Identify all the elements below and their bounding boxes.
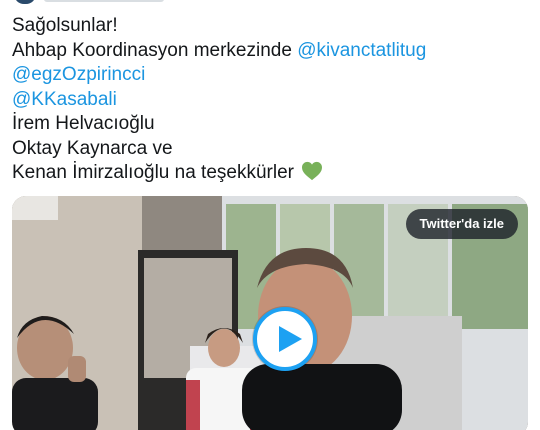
- tweet-text: Sağolsunlar! Ahbap Koordinasyon merkezin…: [12, 14, 512, 189]
- green-heart-icon: [301, 161, 323, 189]
- mention-kkasabali[interactable]: @KKasabali: [12, 89, 117, 110]
- author-name-fragment: [44, 0, 164, 2]
- tweet-line-6: Oktay Kaynarca ve: [12, 137, 173, 159]
- mention-egzozpirincci[interactable]: @egzOzpirincci: [12, 64, 145, 85]
- tweet-line-2: Ahbap Koordinasyon merkezinde @kivanctat…: [12, 39, 512, 64]
- tweet-line-1: Sağolsunlar!: [12, 15, 118, 36]
- tweet-line-3: @egzOzpirincci: [12, 63, 512, 88]
- avatar[interactable]: [14, 0, 36, 4]
- mention-kivanctatlitug[interactable]: @kivanctatlitug: [297, 40, 426, 61]
- tweet-line-5: İrem Helvacıoğlu: [12, 113, 155, 134]
- tweet-line-7: Kenan İmirzalıoğlu na teşekkürler: [12, 161, 512, 189]
- play-icon: [279, 326, 302, 352]
- previous-tweet-header-cutoff: [0, 0, 540, 8]
- play-button[interactable]: [253, 307, 317, 371]
- tweet-line-7-text: Kenan İmirzalıoğlu na teşekkürler: [12, 162, 294, 183]
- tweet-line-4: @KKasabali: [12, 88, 512, 113]
- watch-on-twitter-button[interactable]: Twitter'da izle: [405, 209, 518, 239]
- tweet-line-2-text: Ahbap Koordinasyon merkezinde: [12, 39, 298, 61]
